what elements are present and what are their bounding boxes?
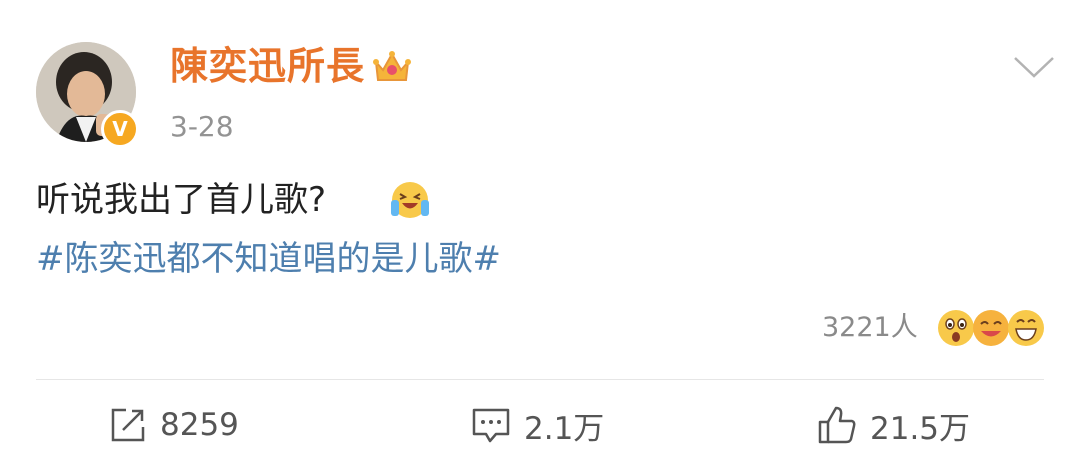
like-button[interactable]: 21.5万 bbox=[816, 402, 970, 448]
surprised-emoji bbox=[938, 310, 974, 346]
hashtag-link[interactable]: #陈奕迅都不知道唱的是儿歌# bbox=[36, 236, 501, 282]
post-text: 听说我出了首儿歌? bbox=[36, 180, 327, 220]
author-name[interactable]: 陳奕迅所長 bbox=[170, 42, 365, 90]
crown-icon bbox=[373, 51, 411, 81]
like-count: 21.5万 bbox=[870, 410, 971, 447]
grin-emoji bbox=[1008, 310, 1044, 346]
share-count: 8259 bbox=[160, 407, 239, 443]
share-icon bbox=[111, 408, 145, 442]
reaction-emojis[interactable] bbox=[936, 306, 1046, 350]
laugh-cry-emoji bbox=[391, 182, 429, 218]
chevron-down-icon[interactable] bbox=[1012, 54, 1056, 80]
verified-badge: V bbox=[101, 110, 139, 148]
laugh-emoji bbox=[973, 310, 1009, 346]
comment-count: 2.1万 bbox=[524, 410, 605, 447]
post-timestamp: 3-28 bbox=[170, 110, 234, 143]
comment-icon bbox=[472, 408, 510, 443]
thumbs-up-icon bbox=[818, 406, 856, 444]
comment-button[interactable]: 2.1万 bbox=[470, 402, 604, 448]
reaction-count[interactable]: 3221人 bbox=[822, 310, 918, 346]
divider bbox=[36, 379, 1044, 380]
share-button[interactable]: 8259 bbox=[108, 402, 239, 448]
